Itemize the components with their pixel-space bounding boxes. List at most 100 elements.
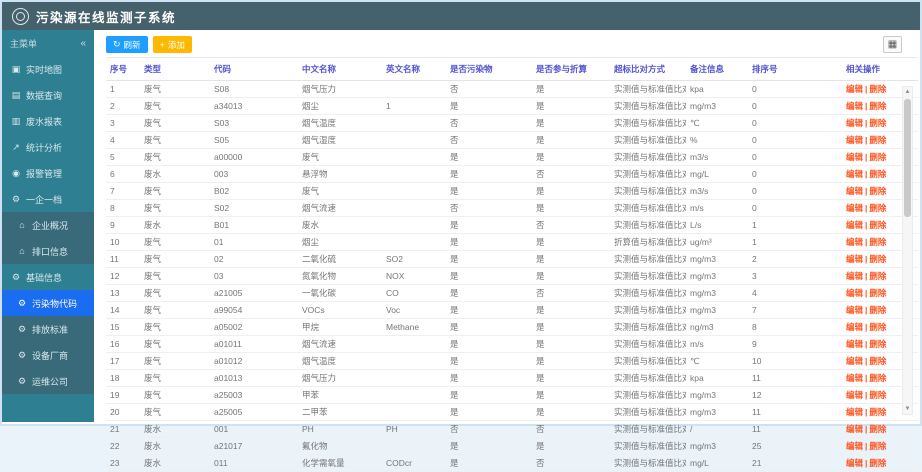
edit-link[interactable]: 编辑 [846,169,863,179]
delete-link[interactable]: 删除 [869,390,886,400]
delete-link[interactable]: 删除 [869,271,886,281]
column-header-index[interactable]: 序号 [106,58,140,81]
edit-link[interactable]: 编辑 [846,203,863,213]
sidebar-item-pollutant-code[interactable]: ⚙污染物代码 [2,290,94,316]
edit-link[interactable]: 编辑 [846,441,863,451]
sidebar-item-outlet-info[interactable]: ⌂排口信息 [2,238,94,264]
sidebar-item-one-enterprise-one-file[interactable]: ⚙一企一档 [2,186,94,212]
cell-en_name: NOX [382,268,446,285]
cell-code: 02 [210,251,298,268]
column-header-remark[interactable]: 备注信息 [686,58,748,81]
edit-link[interactable]: 编辑 [846,237,863,247]
sidebar-item-equipment-vendor[interactable]: ⚙设备厂商 [2,342,94,368]
edit-link[interactable]: 编辑 [846,356,863,366]
scroll-down-icon[interactable]: ▼ [903,404,912,414]
edit-link[interactable]: 编辑 [846,152,863,162]
edit-link[interactable]: 编辑 [846,101,863,111]
delete-link[interactable]: 删除 [869,169,886,179]
scrollbar-thumb[interactable] [904,99,911,217]
sidebar-item-wastewater-report[interactable]: ▥废水报表 [2,108,94,134]
sidebar-item-operation-company[interactable]: ⚙运维公司 [2,368,94,394]
column-header-code[interactable]: 代码 [210,58,298,81]
add-button[interactable]: + 添加 [153,36,192,53]
delete-link[interactable]: 删除 [869,203,886,213]
main-content: ↻ 刷新 + 添加 ▦ 序号类型代码中文名称英文名称是否污染物是否参与折算超标比… [94,30,918,422]
scroll-up-icon[interactable]: ▲ [903,87,912,97]
refresh-button[interactable]: ↻ 刷新 [106,36,148,53]
delete-link[interactable]: 删除 [869,254,886,264]
table-scrollbar[interactable]: ▲ ▼ [902,86,913,415]
sidebar-collapse-icon[interactable]: « [80,38,86,49]
edit-link[interactable]: 编辑 [846,220,863,230]
sidebar-item-emission-standard[interactable]: ⚙排放标准 [2,316,94,342]
edit-link[interactable]: 编辑 [846,84,863,94]
delete-link[interactable]: 删除 [869,186,886,196]
edit-link[interactable]: 编辑 [846,458,863,468]
sidebar-item-data-query[interactable]: ▤数据查询 [2,82,94,108]
cell-index: 12 [106,268,140,285]
delete-link[interactable]: 删除 [869,237,886,247]
sidebar-item-label: 数据查询 [26,89,62,102]
edit-link[interactable]: 编辑 [846,305,863,315]
delete-link[interactable]: 删除 [869,288,886,298]
edit-link[interactable]: 编辑 [846,118,863,128]
edit-link[interactable]: 编辑 [846,339,863,349]
cell-en_name [382,370,446,387]
column-header-operations[interactable]: 相关操作 [842,58,918,81]
edit-link[interactable]: 编辑 [846,288,863,298]
cell-in_conversion: 是 [532,387,610,404]
edit-link[interactable]: 编辑 [846,390,863,400]
cell-in_conversion: 否 [532,421,610,438]
edit-link[interactable]: 编辑 [846,254,863,264]
delete-link[interactable]: 删除 [869,220,886,230]
edit-link[interactable]: 编辑 [846,135,863,145]
delete-link[interactable]: 删除 [869,305,886,315]
delete-link[interactable]: 删除 [869,441,886,451]
delete-link[interactable]: 删除 [869,458,886,468]
delete-link[interactable]: 删除 [869,373,886,383]
delete-link[interactable]: 删除 [869,152,886,162]
column-header-is_pollutant[interactable]: 是否污染物 [446,58,532,81]
column-header-type[interactable]: 类型 [140,58,210,81]
delete-link[interactable]: 删除 [869,339,886,349]
cell-in_conversion: 是 [532,115,610,132]
delete-link[interactable]: 删除 [869,322,886,332]
table-row: 6废水003悬浮物是否实测值与标准值比对mg/L0编辑|删除 [106,166,918,183]
cell-index: 23 [106,455,140,472]
edit-link[interactable]: 编辑 [846,186,863,196]
column-header-sort_no[interactable]: 排序号 [748,58,842,81]
cell-sort_no: 0 [748,149,842,166]
delete-link[interactable]: 删除 [869,135,886,145]
cell-sort_no: 0 [748,132,842,149]
delete-link[interactable]: 删除 [869,356,886,366]
edit-link[interactable]: 编辑 [846,322,863,332]
table-row: 1废气S08烟气压力否是实测值与标准值比对kpa0编辑|删除 [106,81,918,98]
column-settings-button[interactable]: ▦ [883,36,902,53]
delete-link[interactable]: 删除 [869,118,886,128]
delete-link[interactable]: 删除 [869,407,886,417]
operation-separator: | [865,322,867,332]
edit-link[interactable]: 编辑 [846,407,863,417]
cell-cn_name: VOCs [298,302,382,319]
column-header-cn_name[interactable]: 中文名称 [298,58,382,81]
column-header-compare_method[interactable]: 超标比对方式 [610,58,686,81]
operation-separator: | [865,390,867,400]
sidebar-item-statistics-analysis[interactable]: ↗统计分析 [2,134,94,160]
sidebar-item-basic-info[interactable]: ⚙基础信息 [2,264,94,290]
delete-link[interactable]: 删除 [869,84,886,94]
edit-link[interactable]: 编辑 [846,271,863,281]
cell-index: 16 [106,336,140,353]
cell-index: 10 [106,234,140,251]
cell-in_conversion: 是 [532,200,610,217]
cell-index: 2 [106,98,140,115]
cell-remark: mg/m3 [686,404,748,421]
sidebar-item-enterprise-overview[interactable]: ⌂企业概况 [2,212,94,238]
delete-link[interactable]: 删除 [869,101,886,111]
column-header-in_conversion[interactable]: 是否参与折算 [532,58,610,81]
sidebar-item-realtime-map[interactable]: ▣实时地图 [2,56,94,82]
sidebar-item-alarm-management[interactable]: ◉报警管理 [2,160,94,186]
cell-code: a99054 [210,302,298,319]
column-header-en_name[interactable]: 英文名称 [382,58,446,81]
cell-compare_method: 实测值与标准值比对 [610,421,686,438]
edit-link[interactable]: 编辑 [846,373,863,383]
